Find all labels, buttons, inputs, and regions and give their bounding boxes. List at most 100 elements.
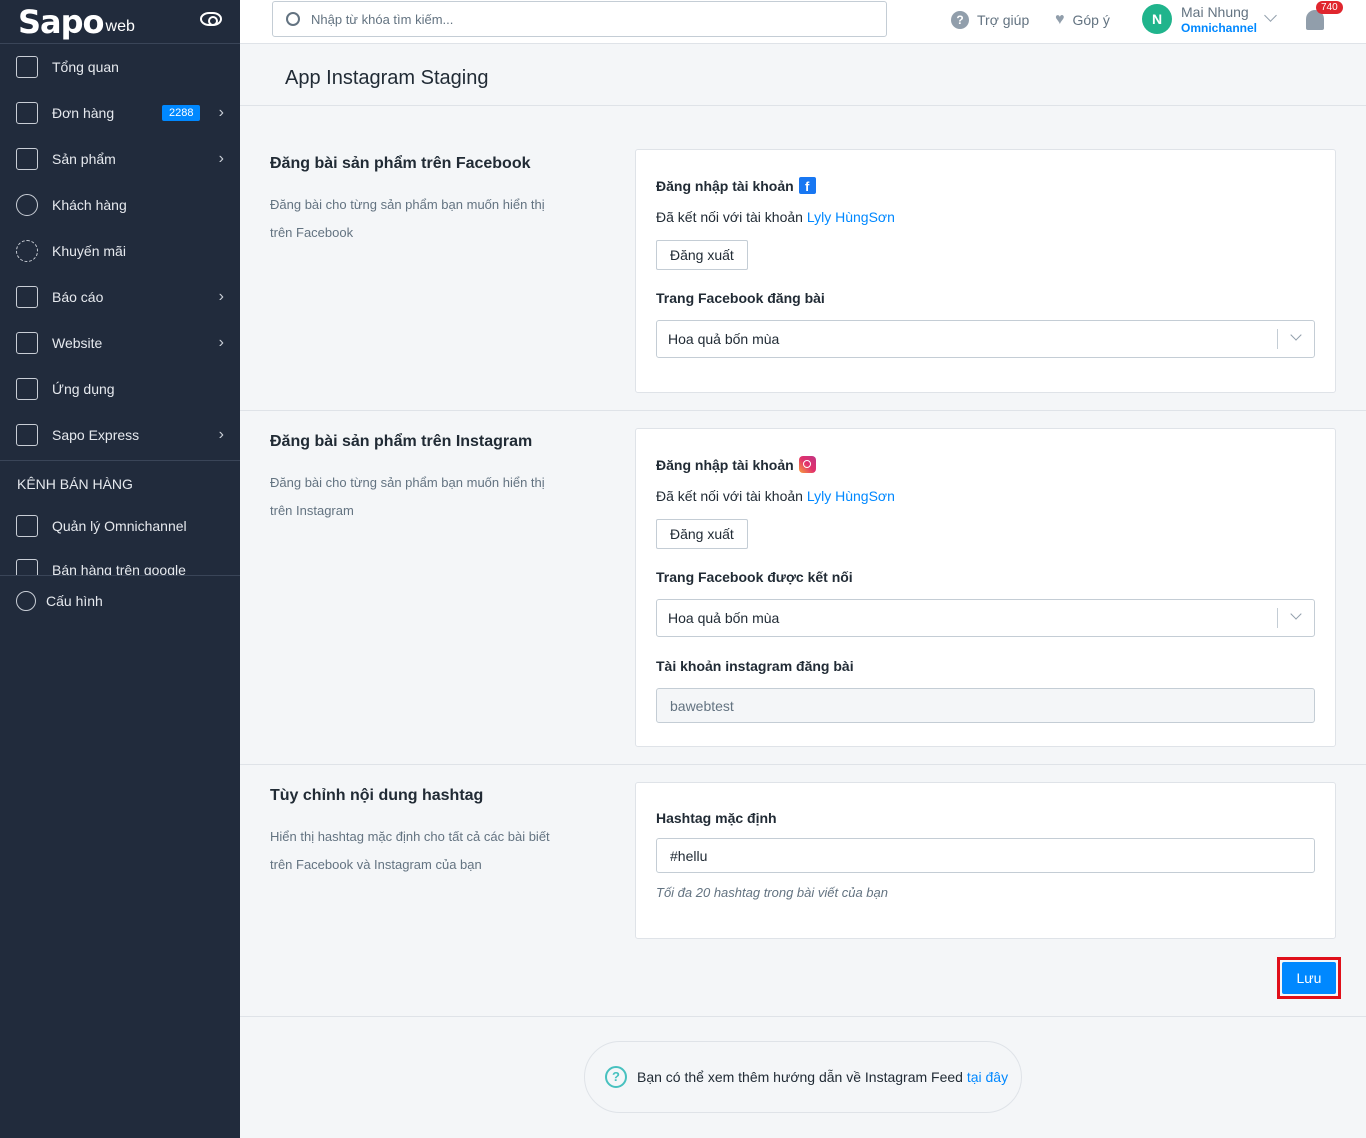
user-icon (16, 194, 38, 216)
discount-icon (16, 240, 38, 262)
question-icon: ? (951, 11, 969, 29)
label: Đăng nhập tài khoản (656, 456, 794, 473)
hashtag-input[interactable]: #hellu (656, 838, 1315, 873)
apps-icon (16, 378, 38, 400)
logo[interactable]: Sapo web (0, 0, 240, 44)
sidebar-item-website[interactable]: Website › (0, 320, 240, 366)
instagram-section: Đăng bài sản phẩm trên Instagram Đăng bài… (240, 411, 1366, 765)
sidebar-item-orders[interactable]: Đơn hàng 2288 › (0, 90, 240, 136)
account-link[interactable]: Lyly HùngSơn (807, 209, 895, 225)
label: Tài khoản instagram đăng bài (656, 658, 854, 674)
logo-sub: web (105, 17, 135, 35)
sidebar-item-sapo-express[interactable]: Sapo Express › (0, 412, 240, 458)
chevron-right-icon: › (218, 426, 224, 443)
label: Góp ý (1072, 12, 1110, 28)
help-text: Bạn có thể xem thêm hướng dẫn về Instagr… (637, 1069, 963, 1085)
home-icon (16, 56, 38, 78)
sidebar-item-omnichannel[interactable]: Quản lý Omnichannel (0, 503, 240, 549)
notification-badge: 740 (1316, 1, 1343, 14)
eye-icon[interactable] (200, 12, 222, 26)
label: Cấu hình (46, 592, 103, 609)
question-icon: ? (605, 1066, 627, 1088)
feedback-link[interactable]: ♥ Góp ý (1055, 11, 1110, 29)
label: Tổng quan (52, 59, 119, 75)
logout-button[interactable]: Đăng xuất (656, 519, 748, 549)
user-name[interactable]: Mai Nhung (1181, 4, 1249, 20)
hashtag-hint: Tối đa 20 hashtag trong bài viết của bạn (656, 885, 888, 900)
section-title: Đăng bài sản phẩm trên Facebook (270, 155, 531, 172)
label: Khách hàng (52, 197, 127, 213)
input-value: #hellu (670, 847, 708, 864)
label: Bán hàng trên google (52, 562, 186, 575)
logo-text: Sapo (18, 2, 105, 41)
orders-count-badge: 2288 (162, 105, 201, 121)
account-link[interactable]: Lyly HùngSơn (807, 488, 895, 504)
chevron-down-icon (1290, 329, 1302, 341)
google-icon (16, 559, 38, 575)
section-desc: Đăng bài cho từng sản phẩm bạn muốn hiển… (270, 197, 545, 240)
help-link[interactable]: ? Trợ giúp (951, 11, 1029, 29)
logout-button[interactable]: Đăng xuất (656, 240, 748, 270)
search-placeholder: Nhập từ khóa tìm kiếm... (311, 11, 454, 27)
label: Sản phẩm (52, 151, 116, 167)
sidebar-item-overview[interactable]: Tổng quan (0, 44, 240, 90)
gear-icon (16, 590, 36, 611)
heart-icon: ♥ (1055, 11, 1065, 28)
instagram-account-field: bawebtest (656, 688, 1315, 723)
search-input[interactable]: Nhập từ khóa tìm kiếm... (272, 1, 887, 37)
section-title: Tùy chỉnh nội dung hashtag (270, 787, 484, 804)
hashtag-section: Tùy chỉnh nội dung hashtag Hiển thị hasht… (240, 765, 1366, 1017)
connected-text: Đã kết nối với tài khoản (656, 209, 803, 225)
save-button[interactable]: Lưu (1277, 957, 1341, 999)
help-banner: ? Bạn có thể xem thêm hướng dẫn về Instag… (584, 1041, 1022, 1113)
main-content: App Instagram Staging Đăng bài sản phẩm … (240, 45, 1366, 1138)
label: Hashtag mặc định (656, 810, 777, 826)
sidebar-item-settings[interactable]: Cấu hình (0, 575, 240, 625)
label: Trợ giúp (977, 12, 1030, 28)
select-value: Hoa quả bốn mùa (668, 331, 780, 347)
section-desc: Hiển thị hashtag mặc định cho tất cả các… (270, 829, 550, 872)
chevron-right-icon: › (218, 334, 224, 351)
save-label: Lưu (1282, 962, 1336, 994)
instagram-icon (798, 456, 816, 473)
chevron-right-icon: › (218, 150, 224, 167)
label: Quản lý Omnichannel (52, 518, 187, 534)
page-title: App Instagram Staging (240, 45, 1366, 106)
facebook-page-select[interactable]: Hoa quả bốn mùa (656, 320, 1315, 358)
instagram-card: Đăng nhập tài khoản Đã kết nối với tài k… (635, 428, 1336, 747)
chevron-right-icon: › (218, 288, 224, 305)
hashtag-card: Hashtag mặc định #hellu Tối đa 20 hashta… (635, 782, 1336, 939)
topbar: Nhập từ khóa tìm kiếm... ? Trợ giúp ♥ Góp … (240, 0, 1366, 44)
sidebar: Sapo web Tổng quan Đơn hàng 2288 › Sản phẩm… (0, 0, 240, 1138)
label: Sapo Express (52, 427, 140, 443)
chevron-right-icon: › (218, 104, 224, 121)
label: Trang Facebook đăng bài (656, 290, 825, 306)
connected-page-select[interactable]: Hoa quả bốn mùa (656, 599, 1315, 637)
login-icon (16, 515, 38, 537)
select-value: Hoa quả bốn mùa (668, 610, 780, 626)
chart-icon (16, 286, 38, 308)
channel-section-title: KÊNH BÁN HÀNG (17, 476, 133, 492)
chevron-down-icon[interactable] (1264, 9, 1277, 22)
section-desc: Đăng bài cho từng sản phẩm bạn muốn hiển… (270, 475, 545, 518)
facebook-icon: f (798, 177, 816, 194)
monitor-icon (16, 332, 38, 354)
avatar[interactable]: N (1142, 4, 1172, 34)
facebook-section: Đăng bài sản phẩm trên Facebook Đăng bài … (240, 107, 1366, 411)
chevron-down-icon (1290, 608, 1302, 620)
sidebar-item-customers[interactable]: Khách hàng (0, 182, 240, 228)
connected-text: Đã kết nối với tài khoản (656, 488, 803, 504)
sidebar-item-products[interactable]: Sản phẩm › (0, 136, 240, 182)
label: Trang Facebook được kết nối (656, 569, 853, 585)
help-link[interactable]: tại đây (967, 1069, 1008, 1085)
label: Khuyến mãi (52, 243, 126, 259)
sidebar-item-reports[interactable]: Báo cáo › (0, 274, 240, 320)
label: Ứng dụng (52, 381, 115, 397)
label: Đăng nhập tài khoản (656, 177, 794, 194)
facebook-card: Đăng nhập tài khoản f Đã kết nối với tài … (635, 149, 1336, 393)
sidebar-item-promotions[interactable]: Khuyến mãi (0, 228, 240, 274)
user-org: Omnichannel (1181, 21, 1258, 35)
sidebar-item-google[interactable]: Bán hàng trên google (0, 549, 240, 575)
sapo-express-icon (16, 424, 38, 446)
sidebar-item-apps[interactable]: Ứng dụng (0, 366, 240, 412)
